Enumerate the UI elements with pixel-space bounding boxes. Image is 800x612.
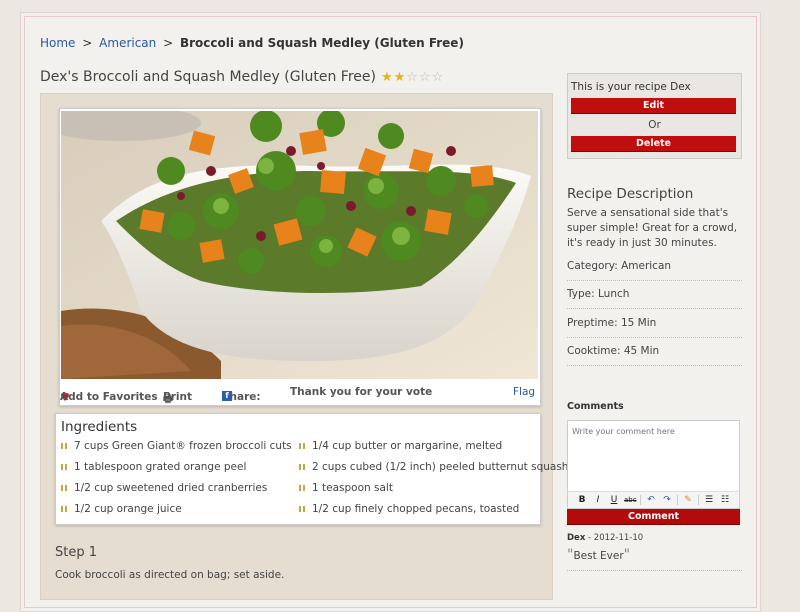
breadcrumb-separator: >	[82, 36, 93, 50]
ingredient-item: 7 cups Green Giant® frozen broccoli cuts	[61, 440, 292, 452]
comment-date: - 2012-11-10	[588, 533, 644, 543]
edit-button[interactable]: Edit	[571, 98, 736, 114]
bullet-icon	[61, 443, 67, 449]
rating-stars[interactable]: ★★☆☆☆	[381, 70, 444, 85]
description-text: Serve a sensational side that's super si…	[567, 207, 738, 249]
flag-link[interactable]: Flag	[513, 386, 535, 398]
breadcrumb-category-link[interactable]: American	[99, 36, 156, 50]
bullet-icon	[61, 506, 67, 512]
ingredient-text: 1/2 cup sweetened dried cranberries	[74, 482, 268, 494]
recipe-photo-card: ♥ Add to Favorites 🖶 Print Share: f Than…	[59, 108, 541, 406]
bullet-icon	[299, 485, 305, 491]
star-outline-icon[interactable]: ☆	[419, 70, 432, 85]
comment-submit-button[interactable]: Comment	[567, 509, 740, 525]
title-row: Dex's Broccoli and Squash Medley (Gluten…	[40, 69, 444, 85]
ingredient-text: 1/2 cup orange juice	[74, 503, 182, 515]
ingredient-item: 1/2 cup finely chopped pecans, toasted	[299, 503, 519, 515]
ingredient-text: 1 tablespoon grated orange peel	[74, 461, 247, 473]
breadcrumb-separator: >	[163, 36, 174, 50]
comments-title: Comments	[567, 401, 624, 412]
ingredients-card: Ingredients 7 cups Green Giant® frozen b…	[55, 413, 568, 525]
breadcrumb-home-link[interactable]: Home	[40, 36, 75, 50]
type-meta: Type: Lunch	[567, 288, 742, 309]
facebook-icon[interactable]: f	[222, 391, 232, 401]
breadcrumb-current: Broccoli and Squash Medley (Gluten Free)	[179, 36, 464, 50]
toolbar-divider	[640, 495, 641, 505]
page-title: Dex's Broccoli and Squash Medley (Gluten…	[40, 69, 376, 85]
comment-input[interactable]	[572, 427, 737, 436]
comment-author: Dex - 2012-11-10	[567, 533, 643, 543]
ingredient-text: 7 cups Green Giant® frozen broccoli cuts	[74, 440, 292, 452]
ingredient-text: 1/4 cup butter or margarine, melted	[312, 440, 503, 452]
editor-toolbar: B I U abc ↶ ↷ ✎ ☰ ☷	[567, 491, 740, 509]
bullet-icon	[299, 506, 305, 512]
bullet-icon	[61, 464, 67, 470]
numbered-list-icon[interactable]: ☷	[719, 495, 731, 505]
comment-box[interactable]	[567, 420, 740, 492]
undo-icon[interactable]: ↶	[645, 495, 657, 505]
ingredients-title: Ingredients	[61, 419, 138, 435]
comment-author-name: Dex	[567, 533, 586, 543]
strikethrough-icon[interactable]: abc	[624, 496, 637, 504]
preptime-meta: Preptime: 15 Min	[567, 317, 742, 338]
delete-button[interactable]: Delete	[571, 136, 736, 152]
redo-icon[interactable]: ↷	[661, 495, 673, 505]
broccoli-squash-bowl-photo	[61, 111, 538, 379]
recipe-main-column: ♥ Add to Favorites 🖶 Print Share: f Than…	[40, 93, 568, 600]
clear-format-icon[interactable]: ✎	[682, 495, 694, 505]
ingredient-text: 1/2 cup finely chopped pecans, toasted	[312, 503, 520, 515]
bold-icon[interactable]: B	[576, 495, 588, 505]
owner-text: This is your recipe Dex	[571, 81, 691, 93]
underline-icon[interactable]: U	[608, 495, 620, 505]
ingredient-item: 1/4 cup butter or margarine, melted	[299, 440, 502, 452]
comment-text: Best Ever	[573, 550, 624, 562]
category-meta: Category: American	[567, 260, 742, 281]
vote-message: Thank you for your vote	[290, 386, 433, 398]
owner-box: This is your recipe Dex Edit Or Delete	[567, 73, 742, 159]
star-icon[interactable]: ★	[394, 70, 407, 85]
bullet-icon	[299, 464, 305, 470]
comment-body: "Best Ever"	[567, 547, 742, 571]
star-outline-icon[interactable]: ☆	[406, 70, 419, 85]
ingredient-item: 1/2 cup orange juice	[61, 503, 182, 515]
star-icon[interactable]: ★	[381, 70, 394, 85]
step-text: Cook broccoli as directed on bag; set as…	[55, 569, 285, 581]
recipe-photo	[61, 111, 538, 379]
bullet-icon	[299, 443, 305, 449]
bullet-icon	[61, 485, 67, 491]
toolbar-divider	[698, 495, 699, 505]
star-outline-icon[interactable]: ☆	[432, 70, 445, 85]
recipe-action-bar: ♥ Add to Favorites 🖶 Print Share: f Than…	[60, 381, 540, 405]
favorites-label: Add to Favorites	[60, 391, 158, 403]
description-title: Recipe Description	[567, 186, 694, 202]
bullet-list-icon[interactable]: ☰	[703, 495, 715, 505]
step-title: Step 1	[55, 545, 98, 560]
italic-icon[interactable]: I	[592, 495, 604, 505]
toolbar-divider	[677, 495, 678, 505]
breadcrumb: Home > American > Broccoli and Squash Me…	[40, 36, 464, 50]
or-text: Or	[648, 119, 661, 131]
ingredient-item: 1 teaspoon salt	[299, 482, 393, 494]
ingredient-item: 1/2 cup sweetened dried cranberries	[61, 482, 267, 494]
cooktime-meta: Cooktime: 45 Min	[567, 345, 742, 366]
ingredient-item: 2 cups cubed (1/2 inch) peeled butternut…	[299, 461, 568, 473]
ingredient-text: 1 teaspoon salt	[312, 482, 393, 494]
ingredient-text: 2 cups cubed (1/2 inch) peeled butternut…	[312, 461, 569, 473]
print-label: Print	[163, 391, 192, 403]
close-quote-icon: "	[623, 547, 631, 563]
recipe-sidebar: This is your recipe Dex Edit Or Delete R…	[567, 73, 742, 571]
ingredient-item: 1 tablespoon grated orange peel	[61, 461, 246, 473]
